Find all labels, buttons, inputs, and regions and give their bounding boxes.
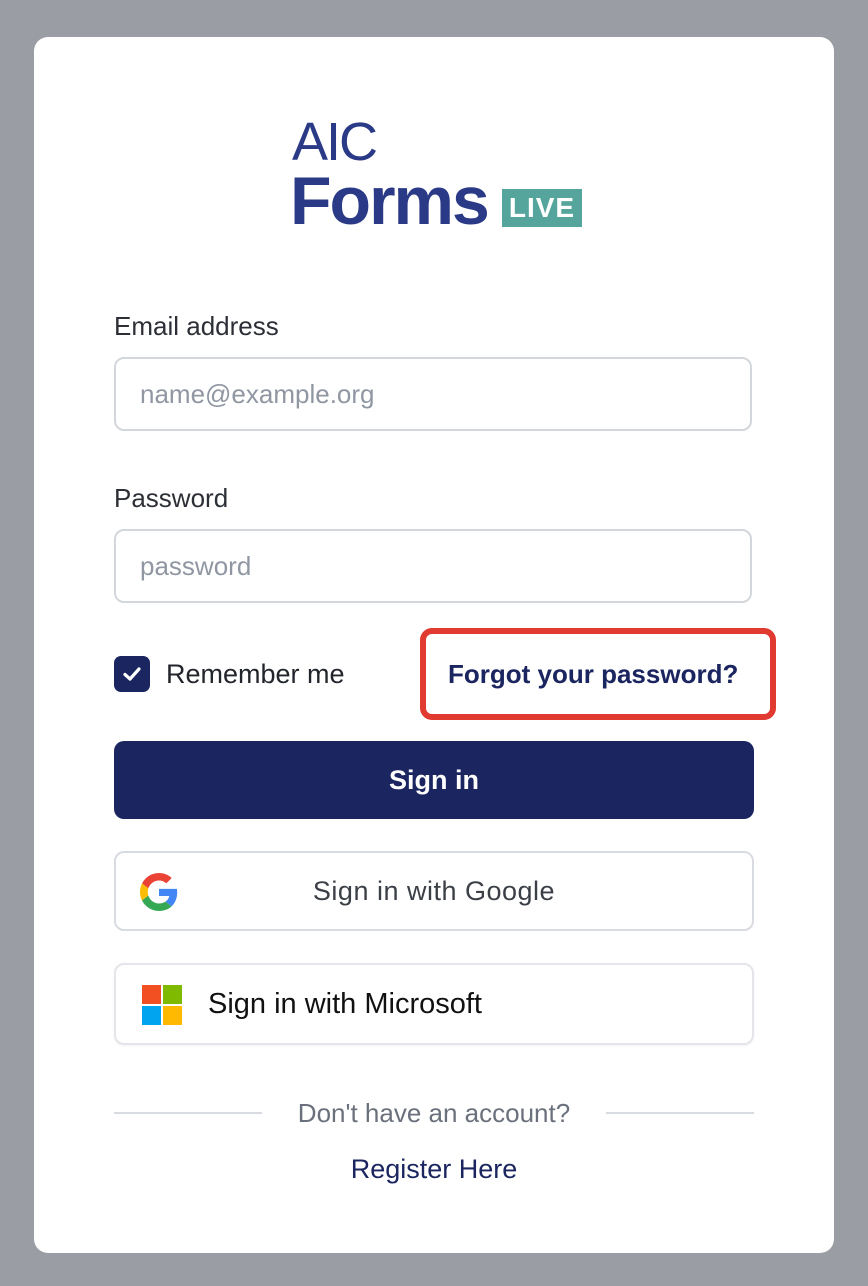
logo-live-badge: LIVE xyxy=(502,189,582,227)
account-divider: Don't have an account? xyxy=(114,1095,754,1131)
email-label: Email address xyxy=(114,311,279,341)
app-logo: AIC Forms LIVE xyxy=(290,112,592,239)
login-card: AIC Forms LIVE Email address Password Re… xyxy=(34,37,834,1253)
microsoft-sign-in-button[interactable]: Sign in with Microsoft xyxy=(114,963,754,1045)
check-icon xyxy=(123,667,141,681)
remember-me-label[interactable]: Remember me xyxy=(166,656,345,692)
microsoft-button-label: Sign in with Microsoft xyxy=(208,987,482,1020)
forgot-password-link[interactable]: Forgot your password? xyxy=(448,656,738,692)
email-field[interactable] xyxy=(114,357,752,431)
remember-me-checkbox[interactable] xyxy=(114,656,150,692)
google-icon xyxy=(140,873,178,911)
microsoft-icon xyxy=(142,985,182,1025)
register-link[interactable]: Register Here xyxy=(114,1151,754,1187)
google-sign-in-button[interactable]: Sign in with Google xyxy=(114,851,754,931)
logo-aic-text: AIC xyxy=(292,112,378,172)
no-account-text: Don't have an account? xyxy=(297,1098,571,1128)
google-button-label: Sign in with Google xyxy=(312,875,556,906)
password-label: Password xyxy=(114,483,229,513)
password-field[interactable] xyxy=(114,529,752,603)
sign-in-button-label: Sign in xyxy=(389,764,479,795)
logo-forms-text: Forms xyxy=(290,163,490,239)
sign-in-button[interactable]: Sign in xyxy=(114,741,754,819)
